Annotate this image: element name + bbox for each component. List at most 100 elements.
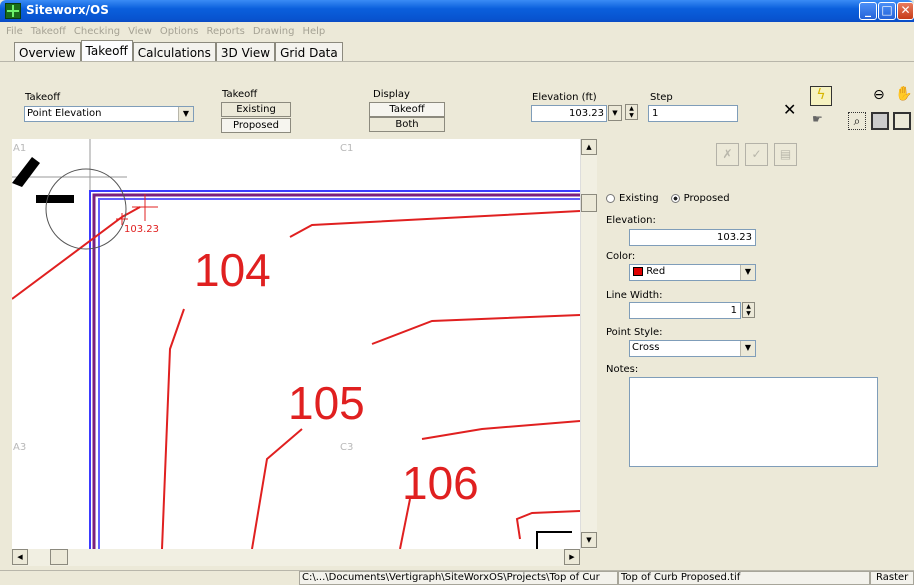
color-label: Color: [606,251,636,262]
pointstyle-select[interactable]: Cross ▼ [629,340,756,357]
display-takeoff-option[interactable]: Takeoff [369,102,445,117]
grid-label-a1: A1 [13,143,26,154]
scroll-right-button[interactable]: ▶ [564,549,580,565]
menu-view[interactable]: View [128,26,152,37]
chevron-down-icon: ▼ [178,107,193,121]
chevron-down-icon: ▼ [740,265,755,280]
elevation-dropdown[interactable]: ▼ [608,105,622,121]
discard-button[interactable]: ✗ [716,143,739,166]
takeoff-select[interactable]: Point Elevation ▼ [24,106,194,122]
horizontal-scroll-thumb[interactable] [50,549,68,565]
horizontal-scrollbar[interactable]: ◀ ▶ [12,549,580,566]
structure-box [536,531,572,549]
tab-strip: Overview Takeoff Calculations 3D View Gr… [14,40,343,62]
contour-line [421,420,580,440]
grid-label-c1: C1 [340,143,353,154]
grid-label-a3: A3 [13,442,26,453]
linewidth-value: 1 [730,305,737,316]
menu-options[interactable]: Options [160,26,199,37]
status-mode: Raster [870,571,914,585]
step-label: Step [650,92,673,103]
tab-calculations[interactable]: Calculations [132,42,216,62]
contour-line [251,428,303,549]
status-file: Top of Curb Proposed.tif [618,571,870,585]
maximize-button[interactable]: □ [878,2,896,20]
takeoff-select-value: Point Elevation [27,108,102,119]
menu-takeoff[interactable]: Takeoff [31,26,66,37]
panel-elevation-input[interactable]: 103.23 [629,229,756,246]
drawing-canvas[interactable]: A1 C1 A3 C3 103.23 104 105 106 [12,139,580,549]
tab-3d-view[interactable]: 3D View [215,42,276,62]
tab-divider [0,61,914,62]
grid-label-c3: C3 [340,442,353,453]
step-input[interactable]: 1 [648,105,738,122]
menu-drawing[interactable]: Drawing [253,26,295,37]
linewidth-spinner[interactable]: ▲ ▼ [742,302,755,318]
status-path: C:\...\Documents\Vertigraph\SiteWorxOS\P… [299,571,618,585]
contour-label-105: 105 [288,377,365,429]
color-select[interactable]: Red ▼ [629,264,756,281]
notes-label: Notes: [606,364,639,375]
menu-bar: File Takeoff Checking View Options Repor… [0,22,914,40]
contour-line [161,308,185,549]
scroll-down-button[interactable]: ▼ [581,532,597,548]
contour-line [12,206,141,300]
lightning-icon[interactable]: ϟ [810,86,832,106]
linewidth-input[interactable]: 1 [629,302,741,319]
contour-label-106: 106 [402,457,479,509]
tab-grid-data[interactable]: Grid Data [275,42,343,62]
close-button[interactable]: ✕ [897,2,914,20]
accept-button[interactable]: ✓ [745,143,768,166]
corner-mark [12,157,40,187]
scroll-left-button[interactable]: ◀ [12,549,28,565]
panel-elevation-value: 103.23 [717,232,752,243]
takeoff-existing-option[interactable]: Existing [221,102,291,117]
zoom-fit-icon[interactable] [893,112,911,130]
scroll-up-button[interactable]: ▲ [581,139,597,155]
title-bar[interactable] [0,0,914,22]
selection-circle [45,168,127,250]
contour-line [289,210,580,238]
elevation-label: Elevation (ft) [532,92,597,103]
menu-file[interactable]: File [6,26,23,37]
takeoff-proposed-option[interactable]: Proposed [221,118,291,133]
chevron-down-icon: ▼ [740,341,755,356]
elevation-input[interactable]: 103.23 [531,105,607,122]
pointer-hand-icon[interactable]: ☛ [812,112,823,126]
tab-takeoff[interactable]: Takeoff [80,40,133,62]
pan-hand-icon[interactable]: ✋ [895,86,912,102]
takeoff-label: Takeoff [25,92,61,103]
curb-line [98,198,580,549]
app-icon [5,3,21,19]
window-title: Siteworx/OS [26,3,109,17]
menu-reports[interactable]: Reports [206,26,244,37]
vertical-scroll-thumb[interactable] [581,194,597,212]
zoom-extents-icon[interactable] [871,112,889,130]
radio-existing-label: Existing [619,193,659,204]
step-value: 1 [652,108,659,119]
zoom-window-icon[interactable]: ⌕ [848,112,866,130]
contour-line [371,314,580,345]
display-label: Display [373,89,410,100]
notes-textarea[interactable] [629,377,878,467]
linewidth-label: Line Width: [606,290,663,301]
tab-overview[interactable]: Overview [14,42,81,62]
takeoff2-label: Takeoff [222,89,258,100]
radio-existing[interactable] [606,194,615,203]
elevation-spinner[interactable]: ▲ ▼ [625,104,638,120]
point-elevation-label: 103.23 [124,224,159,235]
color-value: Red [646,266,666,277]
minimize-button[interactable]: _ [859,2,877,20]
zoom-out-icon[interactable]: ⊖ [873,87,885,103]
menu-checking[interactable]: Checking [74,26,120,37]
panel-elevation-label: Elevation: [606,215,656,226]
radio-proposed[interactable] [670,194,680,203]
delete-x-icon[interactable]: ✕ [783,100,796,119]
drawing-svg: A1 C1 A3 C3 103.23 104 105 106 [12,139,580,549]
menu-help[interactable]: Help [302,26,325,37]
vertical-scrollbar[interactable]: ▲ ▼ [580,139,597,549]
display-both-option[interactable]: Both [369,117,445,132]
paste-button[interactable]: ▤ [774,143,797,166]
elevation-value: 103.23 [569,108,604,119]
pointstyle-value: Cross [632,342,660,353]
